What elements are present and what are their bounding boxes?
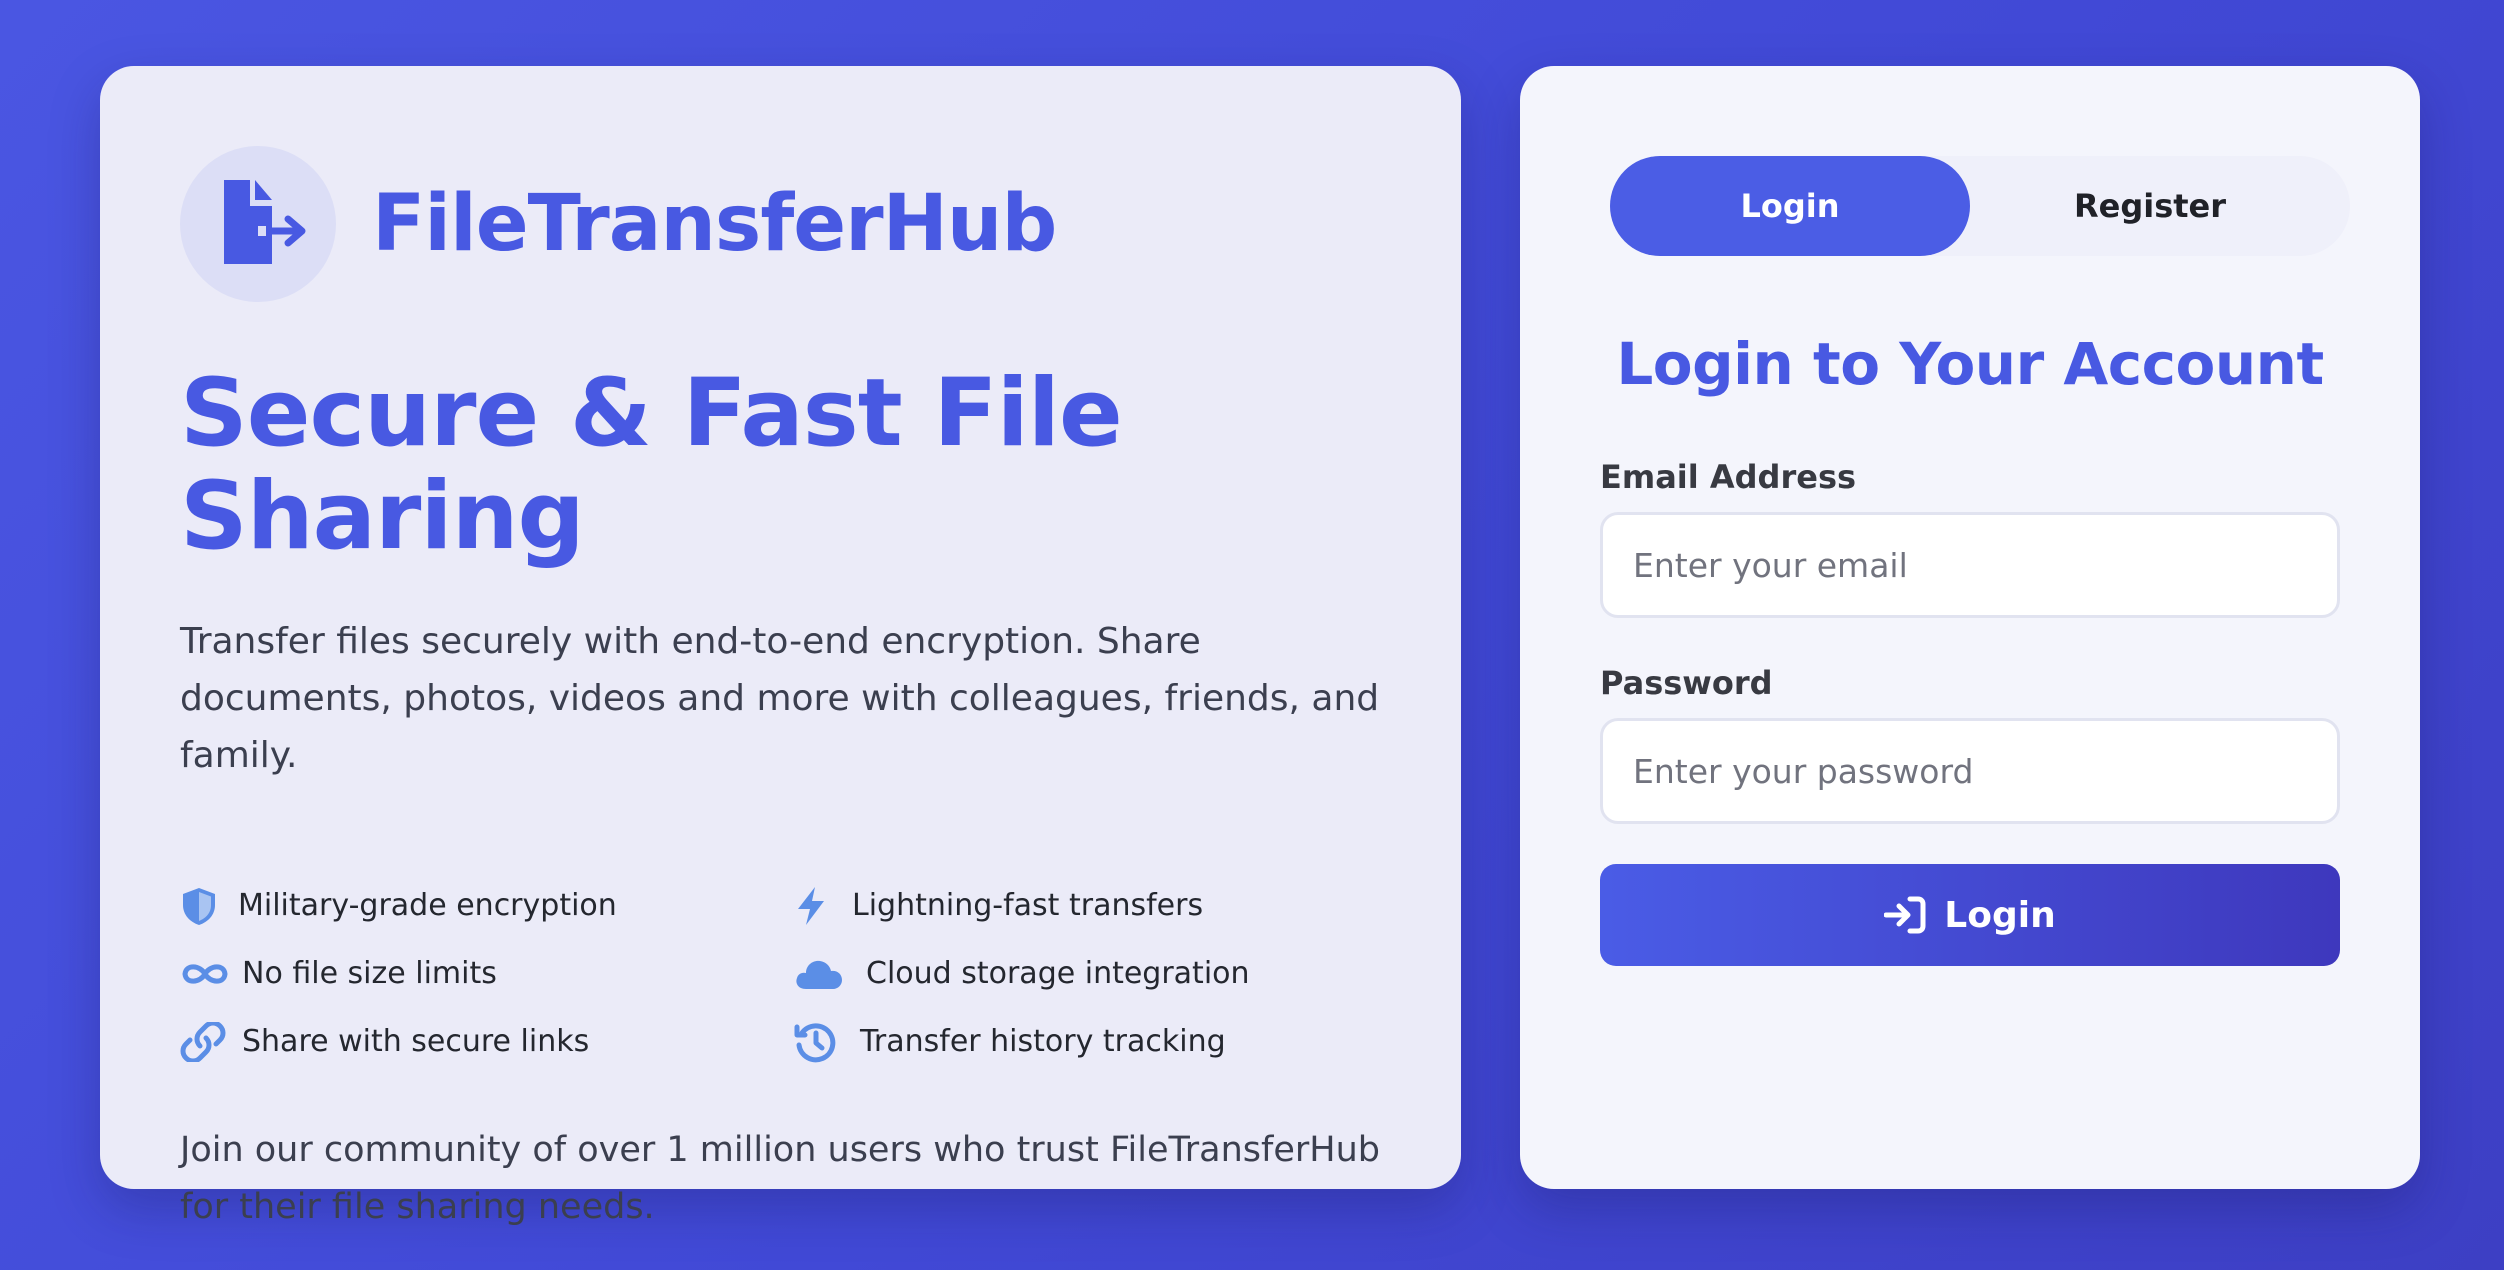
sign-in-icon — [1884, 896, 1926, 934]
infinity-icon — [180, 952, 230, 996]
feature-item: Military-grade encryption — [180, 884, 794, 928]
hero-description: Transfer files securely with end-to-end … — [180, 620, 1380, 776]
feature-item: Transfer history tracking — [794, 1020, 1394, 1064]
feature-item: Lightning-fast transfers — [794, 884, 1394, 928]
password-input[interactable] — [1600, 718, 2340, 824]
login-button-label: Login — [1944, 894, 2056, 936]
intro-card: FileTransferHub Secure & Fast File Shari… — [100, 66, 1461, 1227]
hero-title: Secure & Fast File Sharing — [180, 359, 1123, 572]
password-label: Password — [1600, 664, 1773, 702]
feature-item: Cloud storage integration — [794, 952, 1394, 996]
shield-icon — [180, 884, 230, 928]
feature-list: Military-grade encryption Lightning-fast… — [180, 884, 1381, 1064]
feature-item: No file size limits — [180, 952, 794, 996]
community-text: Join our community of over 1 million use… — [180, 1129, 1380, 1227]
cloud-icon — [794, 952, 858, 996]
auth-tabs: Login Register — [1610, 156, 2350, 256]
form-title: Login to Your Account — [1616, 330, 2324, 398]
email-input[interactable] — [1600, 512, 2340, 618]
brand-name: FileTransferHub — [372, 179, 1057, 269]
tab-register[interactable]: Register — [1970, 156, 2330, 256]
file-export-icon — [180, 146, 336, 302]
auth-card: Login Register Login to Your Account Ema… — [1520, 66, 2420, 1189]
tab-login[interactable]: Login — [1610, 156, 1970, 256]
login-button[interactable]: Login — [1600, 864, 2340, 966]
email-label: Email Address — [1600, 458, 1857, 496]
feature-item: Share with secure links — [180, 1020, 794, 1064]
history-icon — [794, 1020, 852, 1064]
link-icon — [180, 1020, 230, 1064]
lightning-icon — [794, 884, 844, 928]
brand-header: FileTransferHub — [180, 146, 1381, 302]
